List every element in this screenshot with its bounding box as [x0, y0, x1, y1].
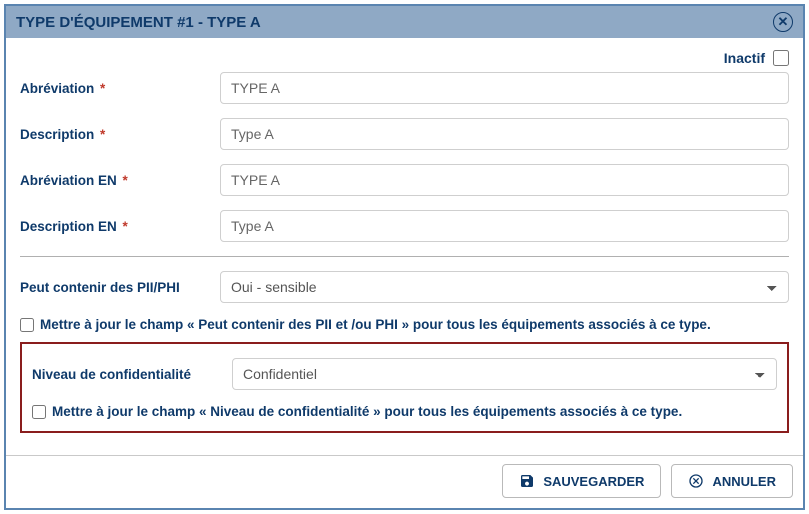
label-description: Description * [20, 127, 220, 142]
required-icon: * [119, 219, 128, 234]
required-icon: * [96, 127, 105, 142]
save-icon [519, 473, 535, 489]
confid-update-row: Mettre à jour le champ « Niveau de confi… [32, 404, 777, 419]
label-pii: Peut contenir des PII/PHI [20, 280, 220, 295]
save-button[interactable]: SAUVEGARDER [502, 464, 661, 498]
cancel-icon [688, 473, 704, 489]
label-abreviation-en: Abréviation EN * [20, 173, 220, 188]
inactif-row: Inactif [20, 50, 789, 66]
label-abreviation: Abréviation * [20, 81, 220, 96]
required-icon: * [119, 173, 128, 188]
row-description: Description * [20, 118, 789, 150]
modal-body: Inactif Abréviation * Description * Abré… [6, 38, 803, 455]
row-abreviation: Abréviation * [20, 72, 789, 104]
divider [20, 256, 789, 257]
row-description-en: Description EN * [20, 210, 789, 242]
label-description-en: Description EN * [20, 219, 220, 234]
inactif-checkbox[interactable] [773, 50, 789, 66]
abreviation-input[interactable] [220, 72, 789, 104]
confidentiality-select[interactable]: Confidentiel [232, 358, 777, 390]
confid-update-label: Mettre à jour le champ « Niveau de confi… [52, 404, 682, 419]
pii-select[interactable]: Oui - sensible [220, 271, 789, 303]
label-confidentiality: Niveau de confidentialité [32, 367, 232, 382]
close-icon[interactable]: ✕ [773, 12, 793, 32]
abreviation-en-input[interactable] [220, 164, 789, 196]
pii-update-label: Mettre à jour le champ « Peut contenir d… [40, 317, 711, 332]
description-input[interactable] [220, 118, 789, 150]
confidentiality-highlight: Niveau de confidentialité Confidentiel M… [20, 342, 789, 433]
modal-header: TYPE D'ÉQUIPEMENT #1 - TYPE A ✕ [6, 6, 803, 38]
pii-update-checkbox[interactable] [20, 318, 34, 332]
description-en-input[interactable] [220, 210, 789, 242]
cancel-button[interactable]: ANNULER [671, 464, 793, 498]
confid-update-checkbox[interactable] [32, 405, 46, 419]
modal-footer: SAUVEGARDER ANNULER [6, 455, 803, 508]
row-abreviation-en: Abréviation EN * [20, 164, 789, 196]
modal-title: TYPE D'ÉQUIPEMENT #1 - TYPE A [16, 14, 261, 31]
row-pii: Peut contenir des PII/PHI Oui - sensible [20, 271, 789, 303]
pii-update-row: Mettre à jour le champ « Peut contenir d… [20, 317, 789, 332]
inactif-label: Inactif [724, 50, 765, 66]
row-confidentiality: Niveau de confidentialité Confidentiel [32, 358, 777, 390]
required-icon: * [96, 81, 105, 96]
equipment-type-modal: TYPE D'ÉQUIPEMENT #1 - TYPE A ✕ Inactif … [4, 4, 805, 510]
